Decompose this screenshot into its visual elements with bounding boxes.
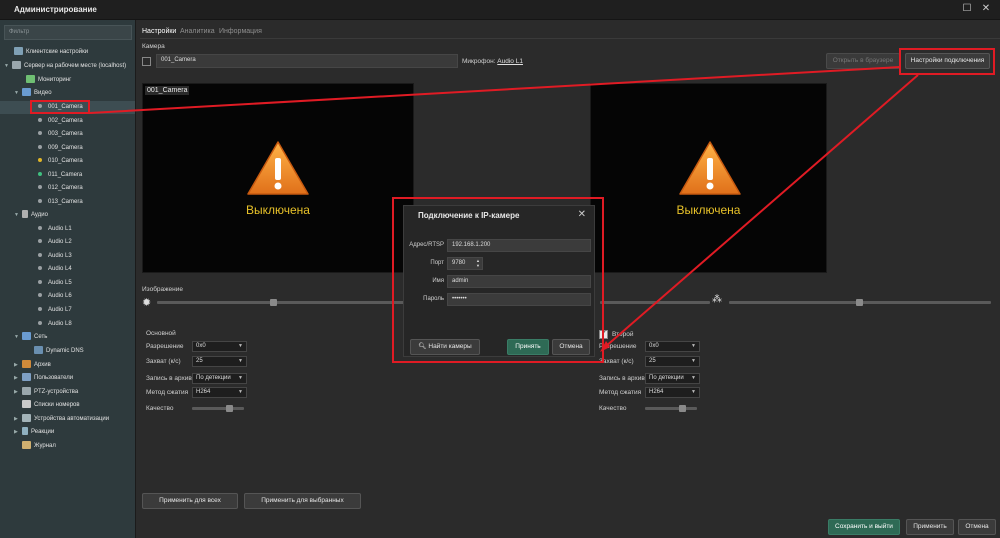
annotation-line (89, 66, 901, 114)
annotation-line (604, 74, 919, 348)
annotation-lines (89, 66, 919, 352)
